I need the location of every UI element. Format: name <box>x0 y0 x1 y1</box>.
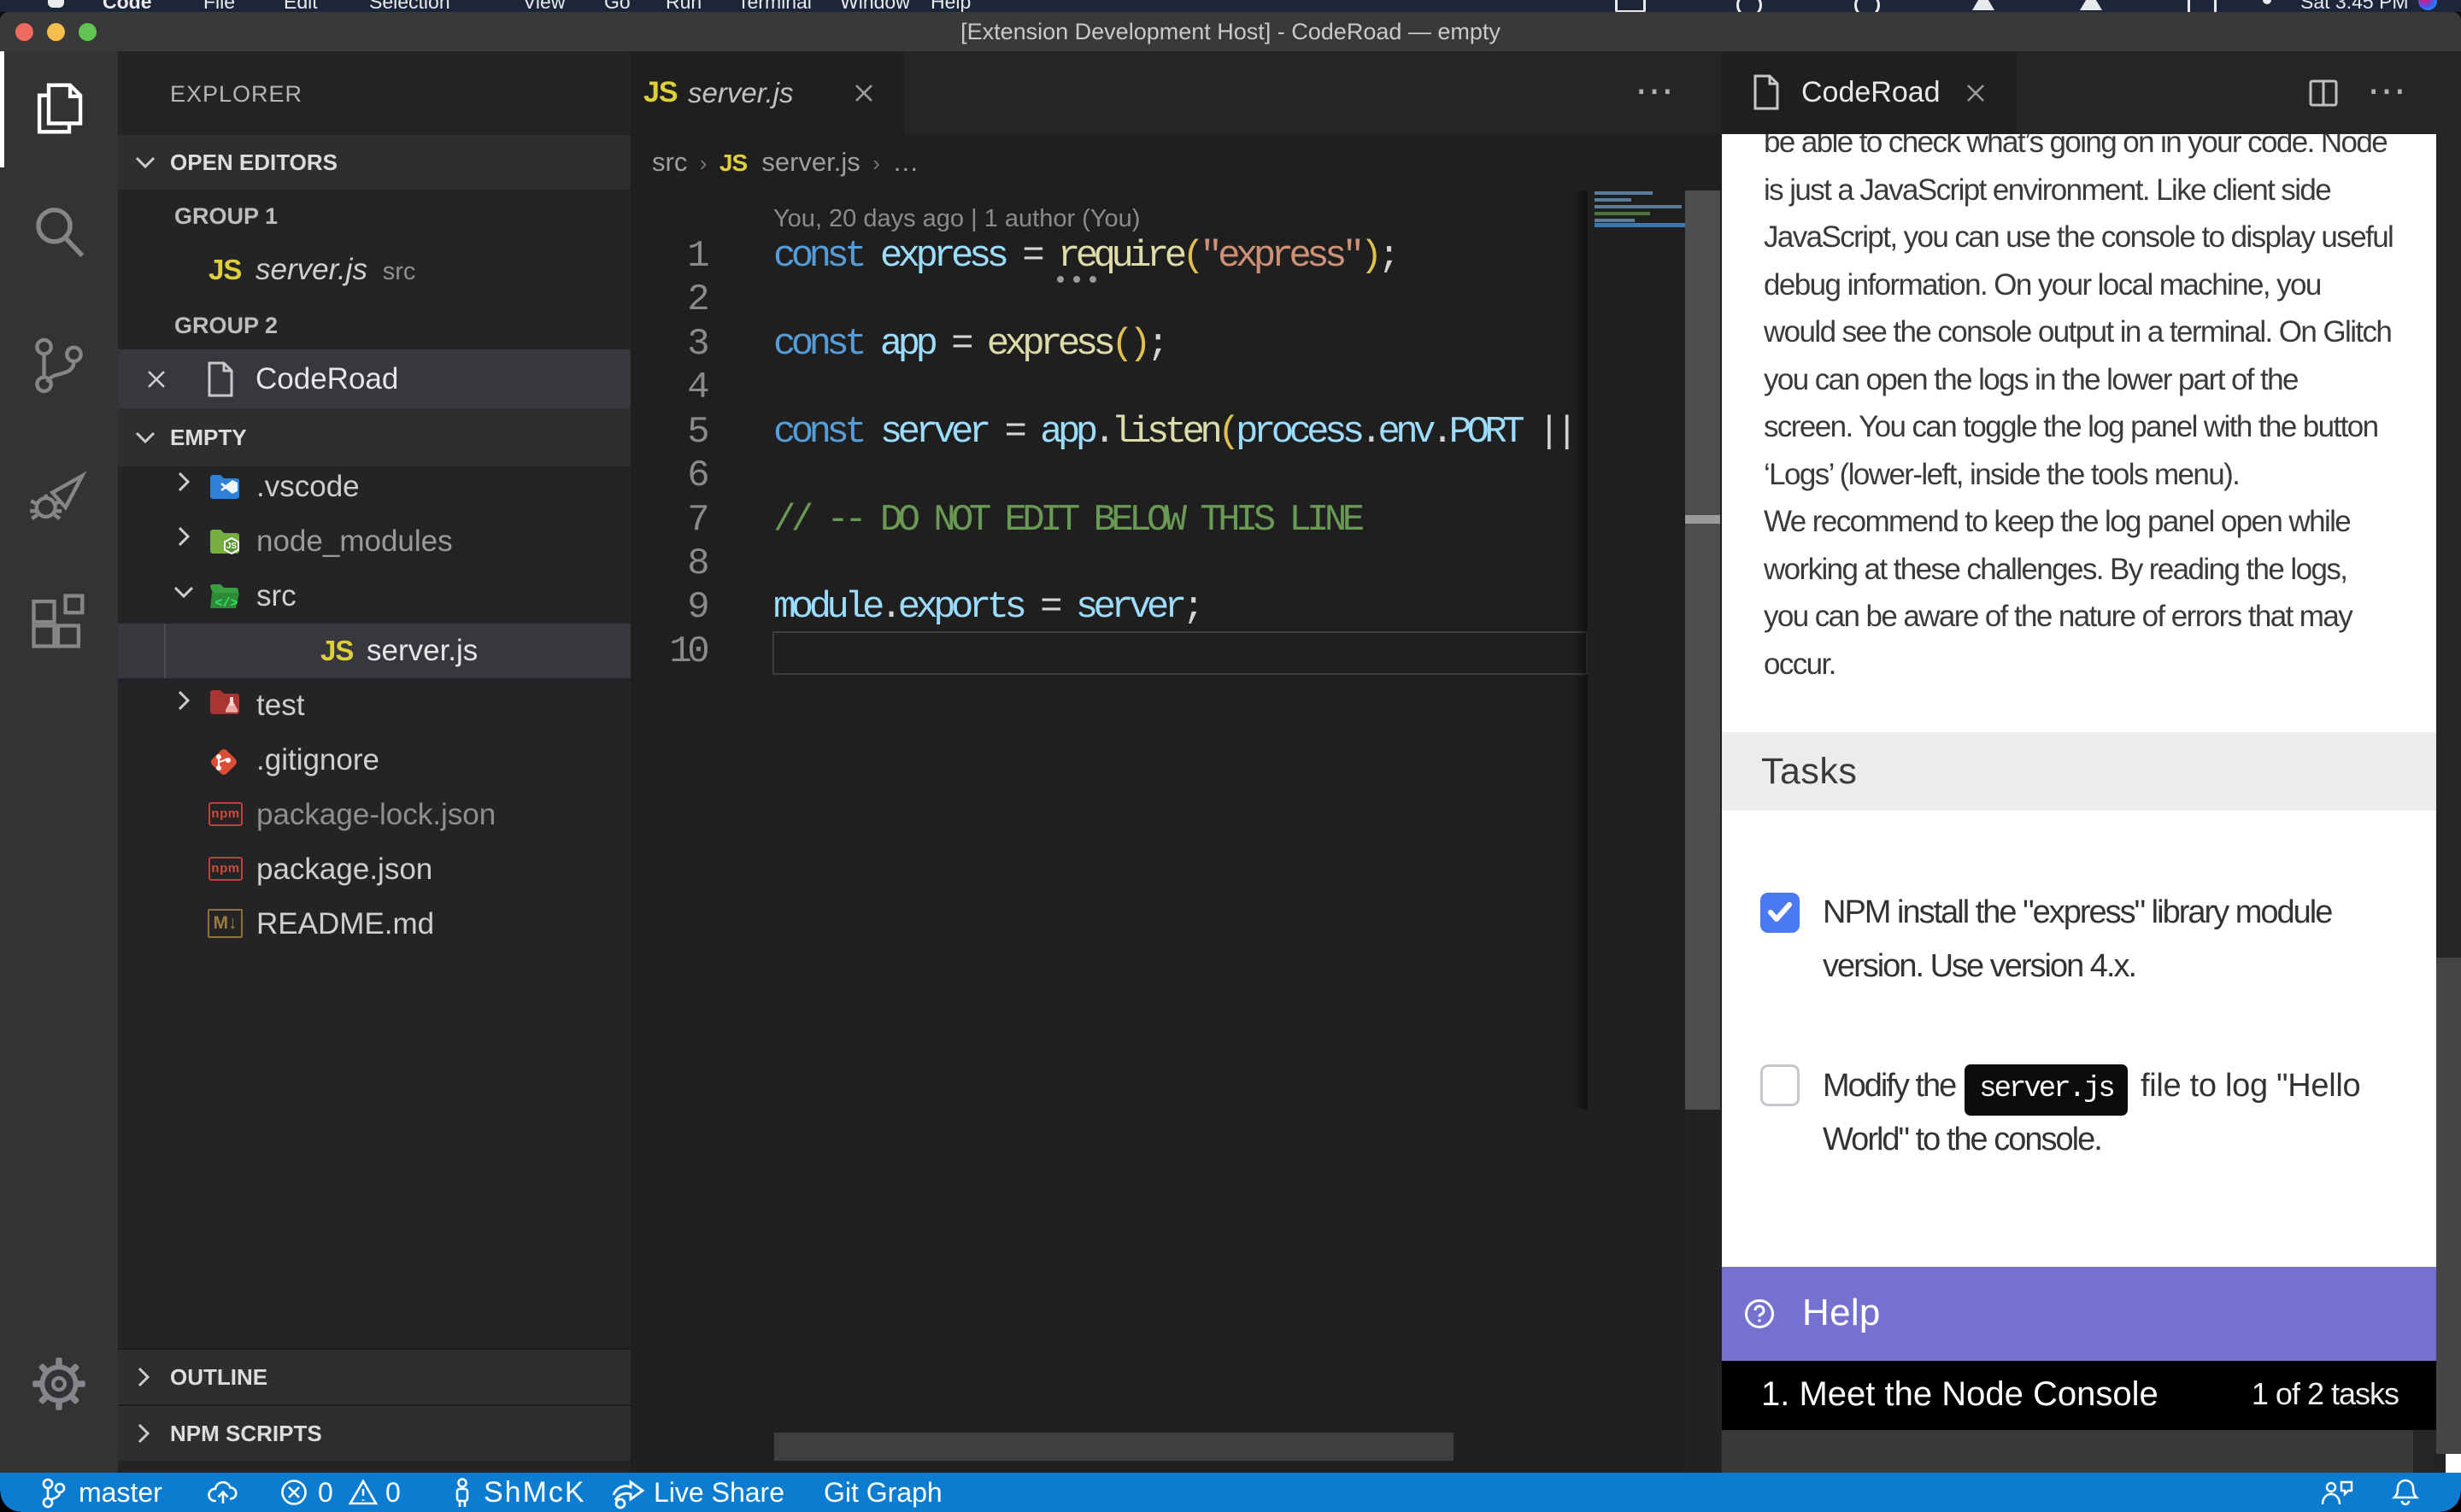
svg-text:JS: JS <box>226 542 238 551</box>
svg-text:</>: </> <box>214 596 238 610</box>
